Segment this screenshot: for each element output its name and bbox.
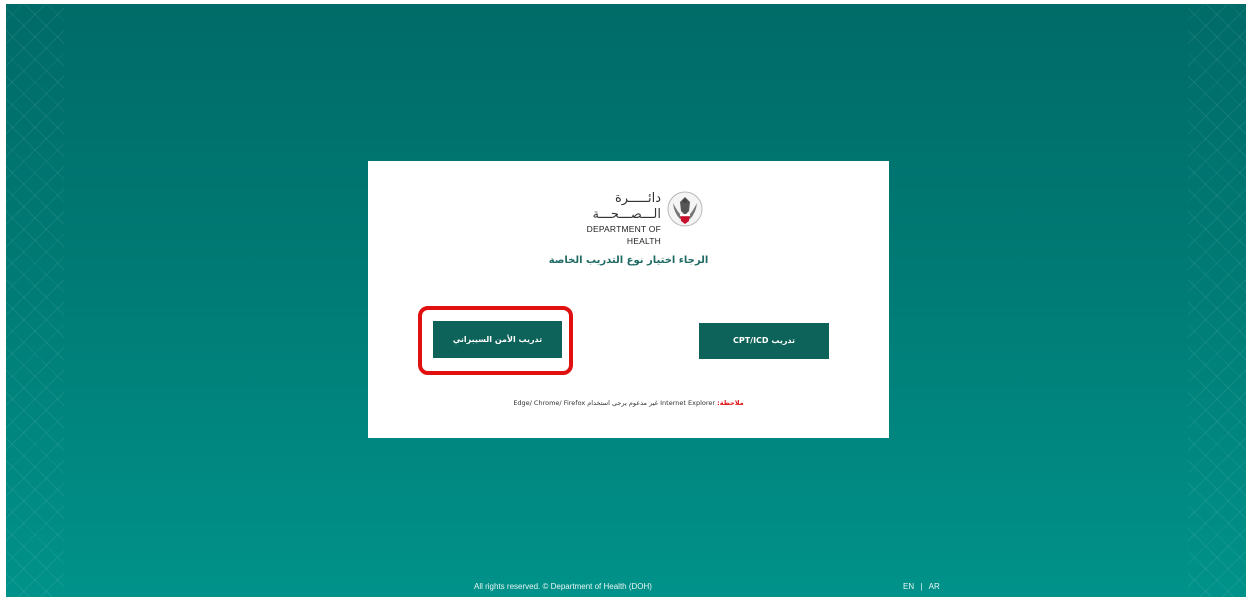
- note-text: Internet Explorer غير مدعوم يرجى استخدام…: [513, 399, 718, 407]
- browser-note: ملاحظة: Internet Explorer غير مدعوم يرجى…: [368, 399, 889, 407]
- logo-english-text: DEPARTMENT OF HEALTH: [586, 224, 661, 246]
- decorative-pattern-left: [6, 4, 64, 597]
- logo-text: دائـــــرة الـــصـــحـــة DEPARTMENT OF …: [551, 191, 661, 247]
- cpt-icd-training-button[interactable]: CPT/ICD تدريب: [699, 323, 829, 359]
- language-en-link[interactable]: EN: [903, 582, 914, 591]
- training-selection-card: دائـــــرة الـــصـــحـــة DEPARTMENT OF …: [368, 161, 889, 438]
- language-ar-link[interactable]: AR: [929, 582, 940, 591]
- prompt-text: الرجاء اختيار نوع التدريب الخاصة: [548, 255, 709, 266]
- cybersecurity-training-button[interactable]: تدريب الأمن السيبراني: [433, 321, 562, 358]
- language-switcher: EN | AR: [901, 582, 942, 591]
- decorative-pattern-right: [1188, 4, 1246, 597]
- note-label: ملاحظة:: [717, 399, 744, 407]
- page-background: دائـــــرة الـــصـــحـــة DEPARTMENT OF …: [6, 4, 1246, 597]
- footer: All rights reserved. © Department of Hea…: [6, 579, 1246, 595]
- language-separator: |: [920, 582, 923, 591]
- copyright-text: All rights reserved. © Department of Hea…: [474, 582, 652, 591]
- logo-arabic-text: دائـــــرة الـــصـــحـــة: [592, 191, 662, 222]
- falcon-emblem-icon: [667, 191, 703, 227]
- department-logo: دائـــــرة الـــصـــحـــة DEPARTMENT OF …: [551, 189, 711, 246]
